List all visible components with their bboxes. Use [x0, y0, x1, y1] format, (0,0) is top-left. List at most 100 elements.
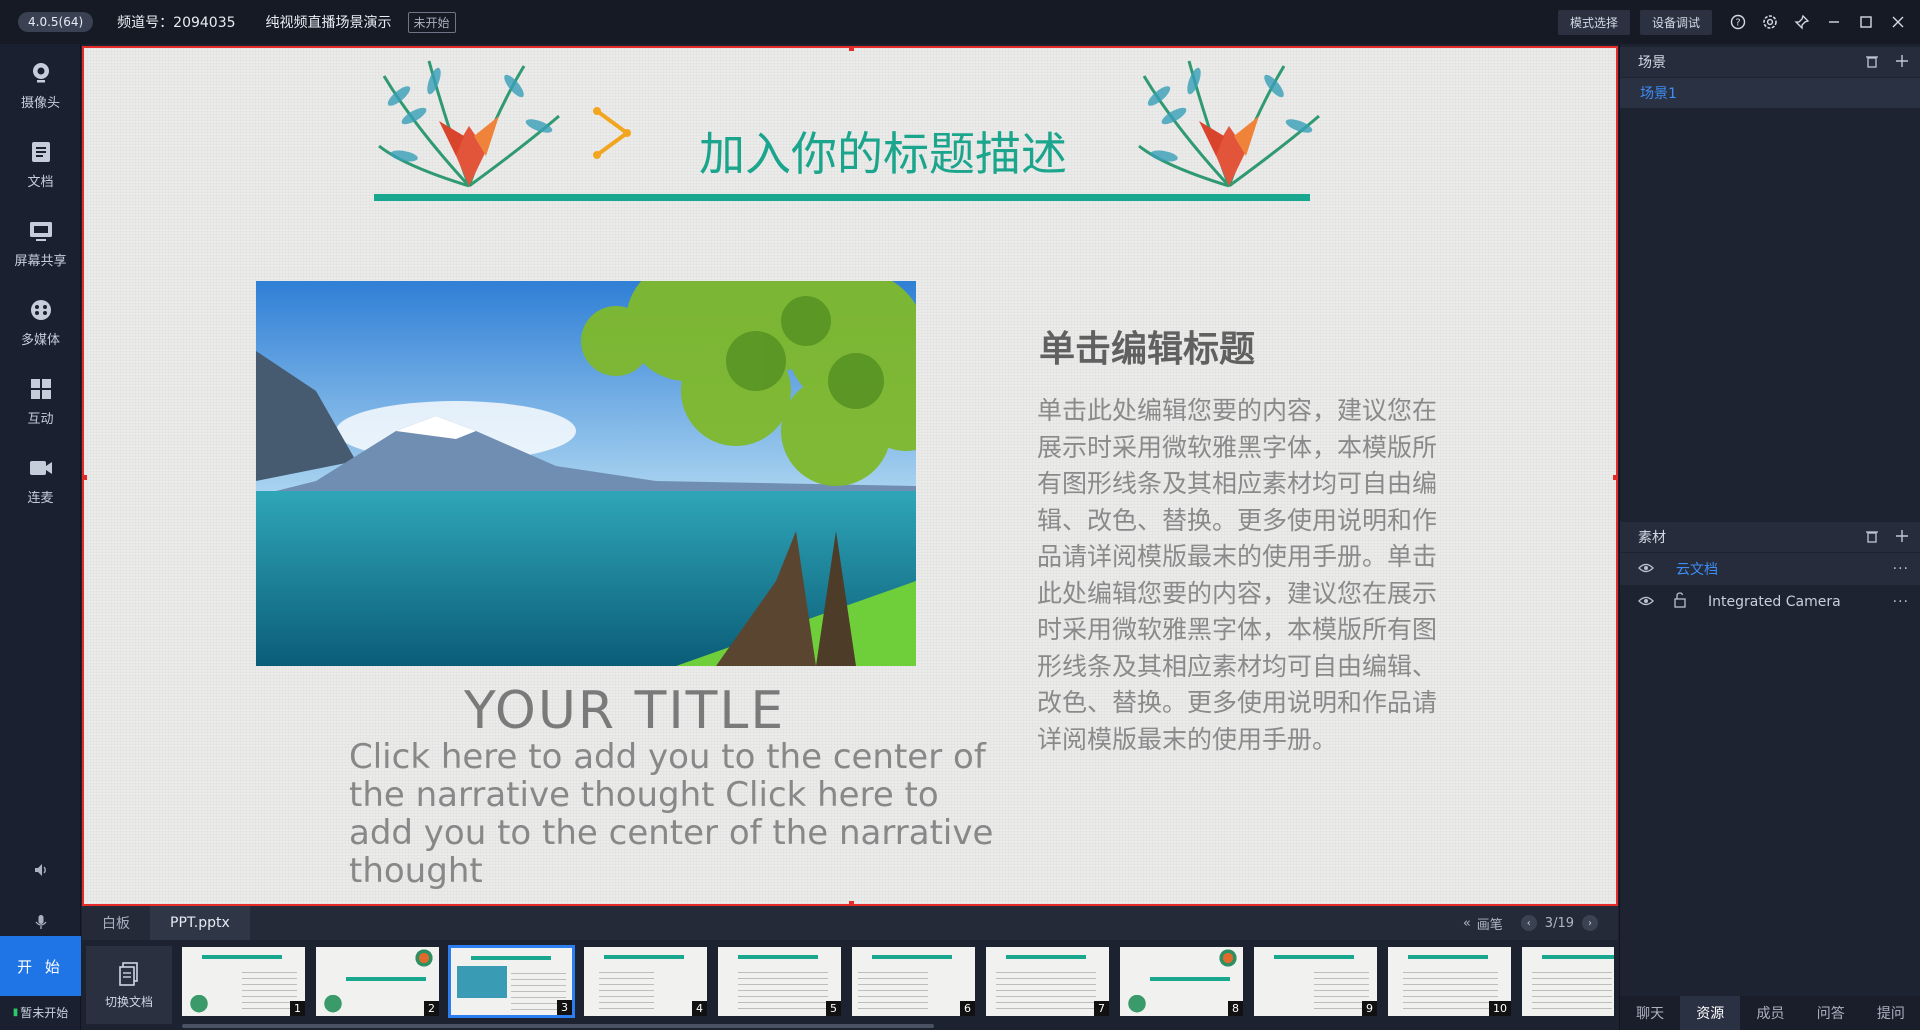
video-call-icon — [28, 455, 54, 481]
channel-number: 频道号：2094035 — [117, 15, 236, 31]
thumbnail-number: 1 — [290, 1001, 305, 1016]
material-header-label: 素材 — [1638, 530, 1666, 546]
live-status: ▮ 暂未开始 — [0, 1004, 81, 1021]
slide-title: 加入你的标题描述 — [699, 127, 1067, 181]
start-button[interactable]: 开 始 — [0, 936, 81, 996]
scene-item[interactable]: 场景1 — [1620, 78, 1920, 108]
add-icon[interactable] — [1895, 528, 1909, 547]
settings-icon[interactable] — [1754, 0, 1786, 44]
add-icon[interactable] — [1895, 53, 1909, 72]
tab-ppt[interactable]: PPT.pptx — [150, 906, 250, 940]
unlock-icon[interactable] — [1672, 592, 1690, 612]
thumbnail-number: 7 — [1094, 1001, 1109, 1016]
material-label: Integrated Camera — [1708, 594, 1841, 610]
material-item-camera[interactable]: Integrated Camera ··· — [1620, 586, 1920, 618]
leaf-decoration-left — [378, 60, 560, 188]
maximize-icon[interactable] — [1850, 0, 1882, 44]
mode-select-button[interactable]: 模式选择 — [1557, 9, 1630, 35]
collapse-icon[interactable]: « — [1463, 916, 1471, 931]
camera-icon — [28, 60, 54, 86]
more-icon[interactable]: ··· — [1893, 561, 1909, 577]
slide-heading: 单击编辑标题 — [1039, 329, 1256, 370]
title-bar: 4.0.5(64) 频道号：2094035 纯视频直播场景演示 未开始 模式选择… — [0, 0, 1920, 44]
slide-thumbnail[interactable]: 4 — [582, 945, 709, 1018]
sidebar-item-label: 互动 — [27, 412, 54, 427]
sidebar-item-camera[interactable]: 摄像头 — [0, 52, 81, 122]
switch-document-button[interactable]: 切换文档 — [86, 946, 172, 1024]
sidebar-item-multimedia[interactable]: 多媒体 — [0, 289, 81, 359]
tab-chat[interactable]: 聊天 — [1620, 996, 1680, 1030]
screen-share-icon — [28, 218, 54, 244]
slide-thumbnail[interactable]: 5 — [716, 945, 843, 1018]
tab-questions[interactable]: 提问 — [1861, 996, 1920, 1030]
slide-thumbnail[interactable] — [1520, 945, 1616, 1018]
switch-document-icon — [119, 961, 138, 986]
tab-resources[interactable]: 资源 — [1680, 996, 1741, 1030]
minimize-icon[interactable] — [1818, 0, 1850, 44]
multimedia-icon — [28, 297, 54, 323]
tab-qa[interactable]: 问答 — [1801, 996, 1861, 1030]
eye-icon[interactable] — [1638, 561, 1660, 577]
more-icon[interactable]: ··· — [1893, 594, 1909, 610]
arrow-decoration — [593, 107, 631, 159]
thumbnail-strip: 切换文档 1 2 3 4 5 6 7 8 9 10 — [82, 940, 1618, 1030]
prev-page-icon[interactable]: ‹ — [1520, 915, 1537, 931]
sidebar-item-label: 文档 — [27, 175, 54, 190]
slide-body-text: 单击此处编辑您要的内容，建议您在展示时采用微软雅黑字体，本模版所有图形线条及其相… — [1037, 396, 1438, 754]
title-underline — [374, 194, 1310, 201]
sidebar-item-document[interactable]: 文档 — [0, 131, 81, 201]
thumbnail-number: 9 — [1362, 1001, 1377, 1016]
version-badge: 4.0.5(64) — [18, 12, 94, 32]
status-badge: 未开始 — [407, 11, 456, 33]
live-name: 纯视频直播场景演示 — [265, 15, 392, 31]
document-icon — [28, 139, 54, 165]
sidebar-item-video-call[interactable]: 连麦 — [0, 447, 81, 517]
material-header: 素材 — [1620, 522, 1920, 552]
sidebar-item-interact[interactable]: 互动 — [0, 368, 81, 438]
slide-thumbnail[interactable]: 1 — [180, 945, 307, 1018]
close-icon[interactable] — [1882, 0, 1914, 44]
slide-thumbnail[interactable]: 2 — [314, 945, 441, 1018]
interact-icon — [28, 376, 54, 402]
sidebar-item-label: 屏幕共享 — [14, 254, 67, 269]
material-item-cloud-doc[interactable]: 云文档 ··· — [1620, 553, 1920, 585]
slide-thumbnail[interactable]: 7 — [984, 945, 1111, 1018]
scene-header-label: 场景 — [1638, 55, 1666, 71]
slide-canvas[interactable]: 加入你的标题描述 单击编辑标题 单击此处编辑您要的内容，建议您在展示时采用微软雅… — [82, 46, 1618, 906]
device-debug-button[interactable]: 设备调试 — [1639, 9, 1712, 35]
sidebar-item-label: 多媒体 — [20, 333, 60, 348]
switch-document-label: 切换文档 — [104, 994, 153, 1009]
leaf-decoration-right — [1138, 60, 1320, 188]
signal-icon: ▮ — [12, 1007, 19, 1018]
thumbnail-scrollbar[interactable] — [182, 1024, 934, 1028]
speaker-icon[interactable] — [0, 850, 81, 890]
tab-whiteboard[interactable]: 白板 — [82, 906, 150, 940]
resize-handle[interactable] — [1613, 475, 1616, 480]
sidebar-item-screen-share[interactable]: 屏幕共享 — [0, 210, 81, 280]
next-page-icon[interactable]: › — [1582, 915, 1598, 931]
help-icon[interactable]: ? — [1722, 0, 1754, 44]
slide-thumbnail[interactable]: 8 — [1118, 945, 1245, 1018]
delete-icon[interactable] — [1865, 53, 1879, 72]
thumbnail-number: 5 — [826, 1001, 841, 1016]
document-tabs: 白板 PPT.pptx « 画笔 ‹ 3/19 › — [82, 906, 1618, 940]
slide-thumbnail[interactable]: 3 — [448, 945, 575, 1018]
pin-icon[interactable] — [1786, 0, 1818, 44]
delete-icon[interactable] — [1865, 528, 1879, 547]
thumbnail-number: 3 — [557, 1000, 572, 1015]
eye-icon[interactable] — [1638, 594, 1660, 610]
sidebar-item-label: 摄像头 — [20, 96, 60, 111]
resize-handle[interactable] — [84, 475, 87, 480]
right-bottom-tabs: 聊天 资源 成员 问答 提问 — [1620, 996, 1920, 1030]
resize-handle[interactable] — [849, 48, 854, 51]
slide-thumbnail[interactable]: 6 — [850, 945, 977, 1018]
slide-caption: Click here to add you to the center of t… — [349, 737, 994, 891]
svg-text:?: ? — [1735, 18, 1740, 29]
pen-button[interactable]: 画笔 — [1477, 914, 1503, 933]
thumbnail-number: 4 — [692, 1001, 707, 1016]
slide-thumbnail[interactable]: 10 — [1386, 945, 1513, 1018]
slide-thumbnail[interactable]: 9 — [1252, 945, 1379, 1018]
thumbnail-number: 6 — [960, 1001, 975, 1016]
tab-members[interactable]: 成员 — [1740, 996, 1800, 1030]
slide-your-title: YOUR TITLE — [464, 681, 786, 741]
